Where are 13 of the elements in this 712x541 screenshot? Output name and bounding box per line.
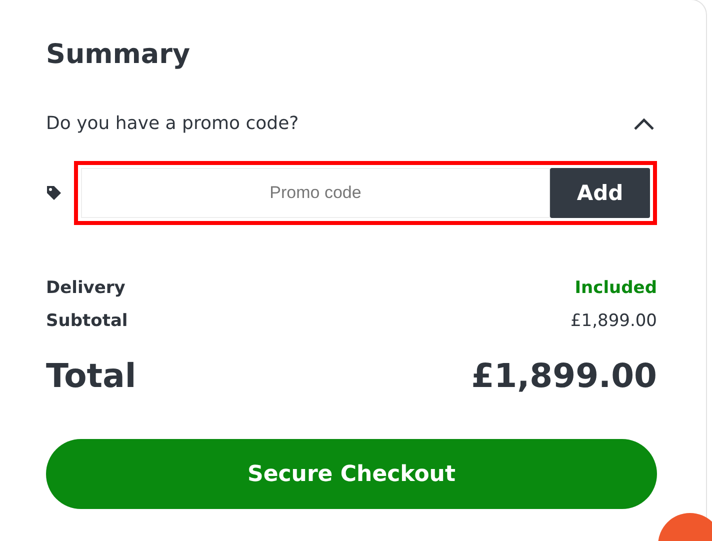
secure-checkout-button[interactable]: Secure Checkout [46,439,657,509]
chevron-icon[interactable] [633,116,655,130]
promo-question: Do you have a promo code? [46,113,299,134]
promo-code-field[interactable]: Promo code [81,168,550,218]
add-button[interactable]: Add [550,168,650,218]
total-label: Total [46,356,136,395]
line-label: Subtotal [46,311,128,331]
total-value: £1,899.00 [471,356,657,395]
line-value: Included [574,278,657,298]
line-value: £1,899.00 [570,311,657,331]
tag-icon [46,185,62,201]
line-label: Delivery [46,278,126,298]
summary-title: Summary [46,38,192,72]
